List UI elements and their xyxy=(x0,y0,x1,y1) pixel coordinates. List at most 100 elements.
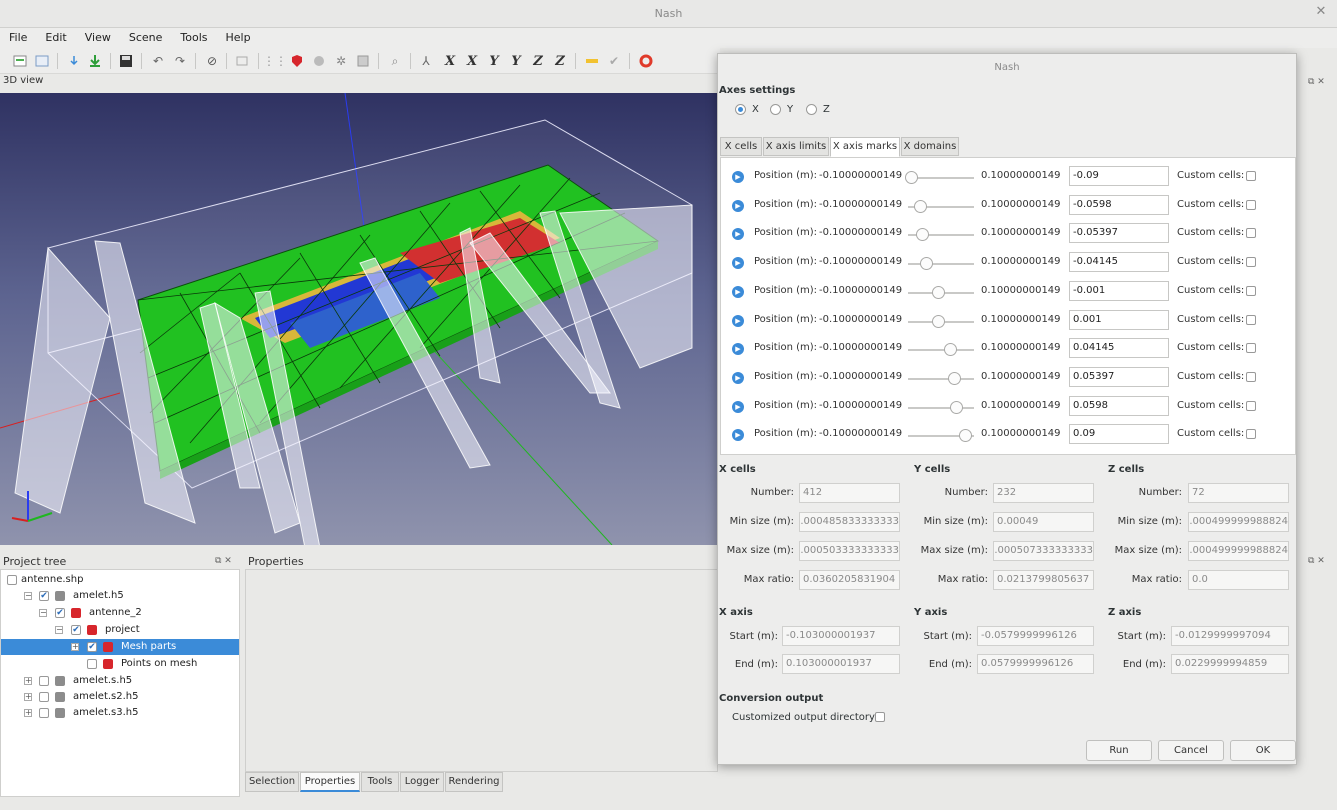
position-slider-track[interactable] xyxy=(908,377,974,380)
custom-cells-checkbox[interactable] xyxy=(1246,371,1256,382)
expand-icon[interactable]: + xyxy=(71,643,79,651)
z-end-field[interactable]: 0.0229999994859 xyxy=(1171,654,1289,674)
tree-item[interactable]: − ✔ amelet.h5 xyxy=(1,588,239,604)
tree-item[interactable]: − ✔ antenne_2 xyxy=(1,605,239,621)
custom-cells-checkbox[interactable] xyxy=(1246,285,1256,296)
redo-icon[interactable]: ↷ xyxy=(170,51,190,71)
ok-button[interactable]: OK xyxy=(1230,740,1296,761)
view-z-negative-button[interactable]: Z xyxy=(550,51,570,71)
tree-item[interactable]: + amelet.s.h5 xyxy=(1,673,239,689)
tree-item-selected[interactable]: + ✔ Mesh parts xyxy=(1,639,239,655)
z-start-field[interactable]: -0.0129999997094 xyxy=(1171,626,1289,646)
menu-tools[interactable]: Tools xyxy=(171,28,216,48)
position-slider-track[interactable] xyxy=(908,406,974,409)
expand-icon[interactable]: + xyxy=(24,677,32,685)
radio-z[interactable] xyxy=(806,104,817,115)
y-number-field[interactable]: 232 xyxy=(993,483,1094,503)
position-slider-handle[interactable] xyxy=(944,343,958,357)
grid-icon[interactable]: ⋮⋮ xyxy=(263,51,287,71)
view-x-negative-button[interactable]: X xyxy=(462,51,482,71)
position-value-input[interactable]: 0.04145 xyxy=(1069,338,1169,359)
tree-item[interactable]: antenne.shp xyxy=(1,572,239,588)
y-max-ratio-field[interactable]: 0.0213799805637 xyxy=(993,570,1094,590)
x-max-ratio-field[interactable]: 0.0360205831904 xyxy=(799,570,900,590)
view-y-negative-button[interactable]: Y xyxy=(506,51,526,71)
z-max-size-field[interactable]: 0.000499999988824 xyxy=(1188,541,1289,561)
tab-tools[interactable]: Tools xyxy=(361,772,399,792)
checkbox[interactable] xyxy=(87,659,97,669)
sphere-icon[interactable] xyxy=(309,51,329,71)
position-slider-handle[interactable] xyxy=(949,400,963,414)
axes-icon[interactable]: ⅄ xyxy=(416,51,436,71)
project-tree-dock-icon[interactable]: ⧉ ✕ xyxy=(215,556,232,566)
undo-icon[interactable]: ↶ xyxy=(148,51,168,71)
position-value-input[interactable]: 0.05397 xyxy=(1069,366,1169,387)
position-slider-handle[interactable] xyxy=(914,199,928,213)
x-end-field[interactable]: 0.103000001937 xyxy=(782,654,900,674)
custom-cells-checkbox[interactable] xyxy=(1246,314,1256,325)
radio-y[interactable] xyxy=(770,104,781,115)
expand-icon[interactable]: + xyxy=(24,693,32,701)
y-end-field[interactable]: 0.0579999996126 xyxy=(977,654,1094,674)
z-max-ratio-field[interactable]: 0.0 xyxy=(1188,570,1289,590)
customized-output-checkbox[interactable] xyxy=(875,712,885,722)
tab-rendering[interactable]: Rendering xyxy=(445,772,503,792)
position-slider-handle[interactable] xyxy=(948,371,962,385)
custom-cells-checkbox[interactable] xyxy=(1246,171,1256,181)
settings-icon[interactable]: ✲ xyxy=(331,51,351,71)
checkbox[interactable]: ✔ xyxy=(39,591,49,601)
view-x-button[interactable]: X xyxy=(440,51,460,71)
stop-icon[interactable]: ⊘ xyxy=(202,51,222,71)
menu-view[interactable]: View xyxy=(76,28,120,48)
checkbox[interactable] xyxy=(39,676,49,686)
custom-cells-checkbox[interactable] xyxy=(1246,343,1256,354)
menu-scene[interactable]: Scene xyxy=(120,28,172,48)
3d-viewport[interactable] xyxy=(0,93,718,545)
tree-item[interactable]: + amelet.s3.h5 xyxy=(1,705,239,721)
x-max-size-field[interactable]: 0.000503333333333 xyxy=(799,541,900,561)
position-value-input[interactable]: -0.09 xyxy=(1069,166,1169,186)
position-slider-handle[interactable] xyxy=(919,257,933,271)
menu-help[interactable]: Help xyxy=(217,28,260,48)
y-start-field[interactable]: -0.0579999996126 xyxy=(977,626,1094,646)
expand-icon[interactable]: + xyxy=(24,709,32,717)
position-value-input[interactable]: -0.0598 xyxy=(1069,194,1169,215)
tab-x-cells[interactable]: X cells xyxy=(720,137,762,156)
mesh-icon[interactable] xyxy=(353,51,373,71)
y-min-size-field[interactable]: 0.00049 xyxy=(993,512,1094,532)
position-slider-handle[interactable] xyxy=(959,429,972,443)
menu-edit[interactable]: Edit xyxy=(36,28,75,48)
checkbox[interactable]: ✔ xyxy=(55,608,65,618)
tab-x-axis-marks[interactable]: X axis marks xyxy=(830,137,900,157)
radio-x[interactable] xyxy=(735,104,746,115)
position-slider-track[interactable] xyxy=(908,263,974,266)
custom-cells-checkbox[interactable] xyxy=(1246,257,1256,268)
checkbox[interactable]: ✔ xyxy=(87,642,97,652)
position-value-input[interactable]: -0.001 xyxy=(1069,280,1169,301)
checkbox[interactable] xyxy=(39,708,49,718)
position-value-input[interactable]: -0.04145 xyxy=(1069,252,1169,273)
tab-x-domains[interactable]: X domains xyxy=(901,137,959,156)
checkbox[interactable]: ✔ xyxy=(71,625,81,635)
z-number-field[interactable]: 72 xyxy=(1188,483,1289,503)
new-icon[interactable] xyxy=(10,51,30,71)
help-lifebuoy-icon[interactable] xyxy=(636,51,656,71)
import-icon[interactable] xyxy=(64,51,84,71)
position-value-input[interactable]: 0.001 xyxy=(1069,309,1169,330)
z-min-size-field[interactable]: 0.000499999988824 xyxy=(1188,512,1289,532)
run-button[interactable]: Run xyxy=(1086,740,1152,761)
custom-cells-checkbox[interactable] xyxy=(1246,228,1256,239)
position-value-input[interactable]: 0.09 xyxy=(1069,424,1169,445)
window-close-icon[interactable]: ✕ xyxy=(1313,4,1329,20)
collapse-icon[interactable]: − xyxy=(55,626,63,634)
position-slider-track[interactable] xyxy=(908,349,974,352)
x-start-field[interactable]: -0.103000001937 xyxy=(782,626,900,646)
tree-item[interactable]: + amelet.s2.h5 xyxy=(1,689,239,705)
view-z-button[interactable]: Z xyxy=(528,51,548,71)
custom-cells-checkbox[interactable] xyxy=(1246,199,1256,210)
download-icon[interactable] xyxy=(85,51,105,71)
x-number-field[interactable]: 412 xyxy=(799,483,900,503)
checkbox[interactable] xyxy=(39,692,49,702)
tab-logger[interactable]: Logger xyxy=(400,772,444,792)
tree-item[interactable]: − ✔ project xyxy=(1,622,239,638)
